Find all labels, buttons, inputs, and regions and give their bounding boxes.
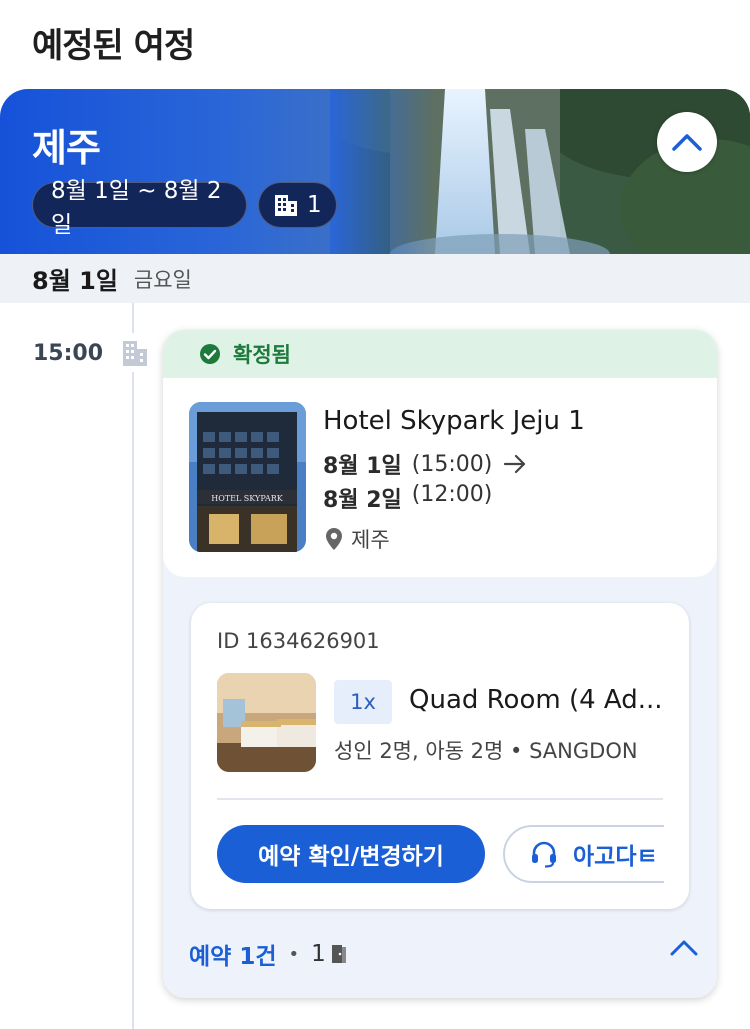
- location-text: 제주: [351, 528, 390, 552]
- svg-text:HOTEL SKYPARK: HOTEL SKYPARK: [211, 494, 284, 503]
- manage-booking-button[interactable]: 예약 확인/변경하기: [217, 825, 485, 883]
- hotel-image: HOTEL SKYPARK: [189, 402, 306, 552]
- arrow-right-icon: [504, 454, 526, 474]
- contact-agoda-label: 아고다ㅌ: [573, 844, 658, 870]
- page-title: 예정된 여정: [32, 26, 195, 66]
- building-icon: [123, 341, 147, 366]
- date-header: 8월 1일 금요일: [0, 254, 750, 303]
- trip-date-chip: 8월 1일 ~ 8월 2일: [32, 178, 247, 238]
- timeline-line: [132, 372, 134, 1029]
- status-badge: 확정됨: [163, 330, 717, 378]
- weekday-label: 금요일: [133, 267, 192, 292]
- room-details: ID 1634626901 1x Quad Room (4 Ad... 성인 2…: [191, 603, 689, 909]
- trip-city: 제주: [32, 126, 101, 170]
- chevron-up-icon[interactable]: [669, 938, 699, 958]
- room-name: Quad Room (4 Ad...: [409, 685, 663, 715]
- contact-agoda-button[interactable]: 아고다ㅌ: [503, 825, 689, 883]
- location-pin-icon: [326, 528, 342, 550]
- separator-dot: •: [288, 943, 300, 965]
- headset-icon: [532, 841, 556, 868]
- room-quantity: 1x: [334, 680, 392, 724]
- building-icon: [275, 195, 297, 216]
- checkout-date: 8월 2일: [323, 488, 402, 513]
- room-image: [217, 673, 316, 772]
- checkin-time: (15:00): [411, 451, 493, 477]
- booking-id: ID 1634626901: [217, 629, 380, 653]
- status-text: 확정됨: [233, 343, 291, 367]
- room-count: 1: [311, 941, 348, 967]
- checkout-time: (12:00): [411, 482, 493, 507]
- door-icon: [331, 945, 346, 963]
- check-circle-icon: [200, 344, 220, 364]
- booking-card: 확정됨 HOTEL SKYPARK Hotel Skypark Jeju 1 8…: [163, 330, 717, 998]
- trip-hero-banner[interactable]: 제주 8월 1일 ~ 8월 2일 1: [0, 89, 750, 254]
- checkout-row: 8월 2일 (12:00): [323, 482, 492, 514]
- timeline-line: [132, 303, 134, 333]
- chevron-up-icon: [672, 134, 702, 151]
- hotel-summary[interactable]: HOTEL SKYPARK Hotel Skypark Jeju 1 8월 1일…: [163, 378, 717, 577]
- divider: [217, 798, 663, 800]
- hotel-name: Hotel Skypark Jeju 1: [323, 406, 585, 436]
- hotel-count: 1: [307, 192, 322, 218]
- hotel-location: 제주: [325, 524, 390, 554]
- booking-count: 예약 1건: [189, 944, 277, 970]
- timeline-time: 15:00: [33, 341, 104, 366]
- booking-footer[interactable]: 예약 1건 • 1: [189, 934, 699, 974]
- scroll-fade: [664, 813, 689, 893]
- checkin-row: 8월 1일 (15:00): [323, 448, 528, 480]
- room-guests: 성인 2명, 아동 2명 • SANGDON: [334, 739, 638, 763]
- hotel-count-chip: 1: [258, 182, 337, 228]
- checkin-date: 8월 1일: [323, 454, 402, 479]
- room-count-value: 1: [311, 941, 326, 967]
- date-label: 8월 1일: [32, 267, 118, 295]
- collapse-trip-button[interactable]: [657, 112, 717, 172]
